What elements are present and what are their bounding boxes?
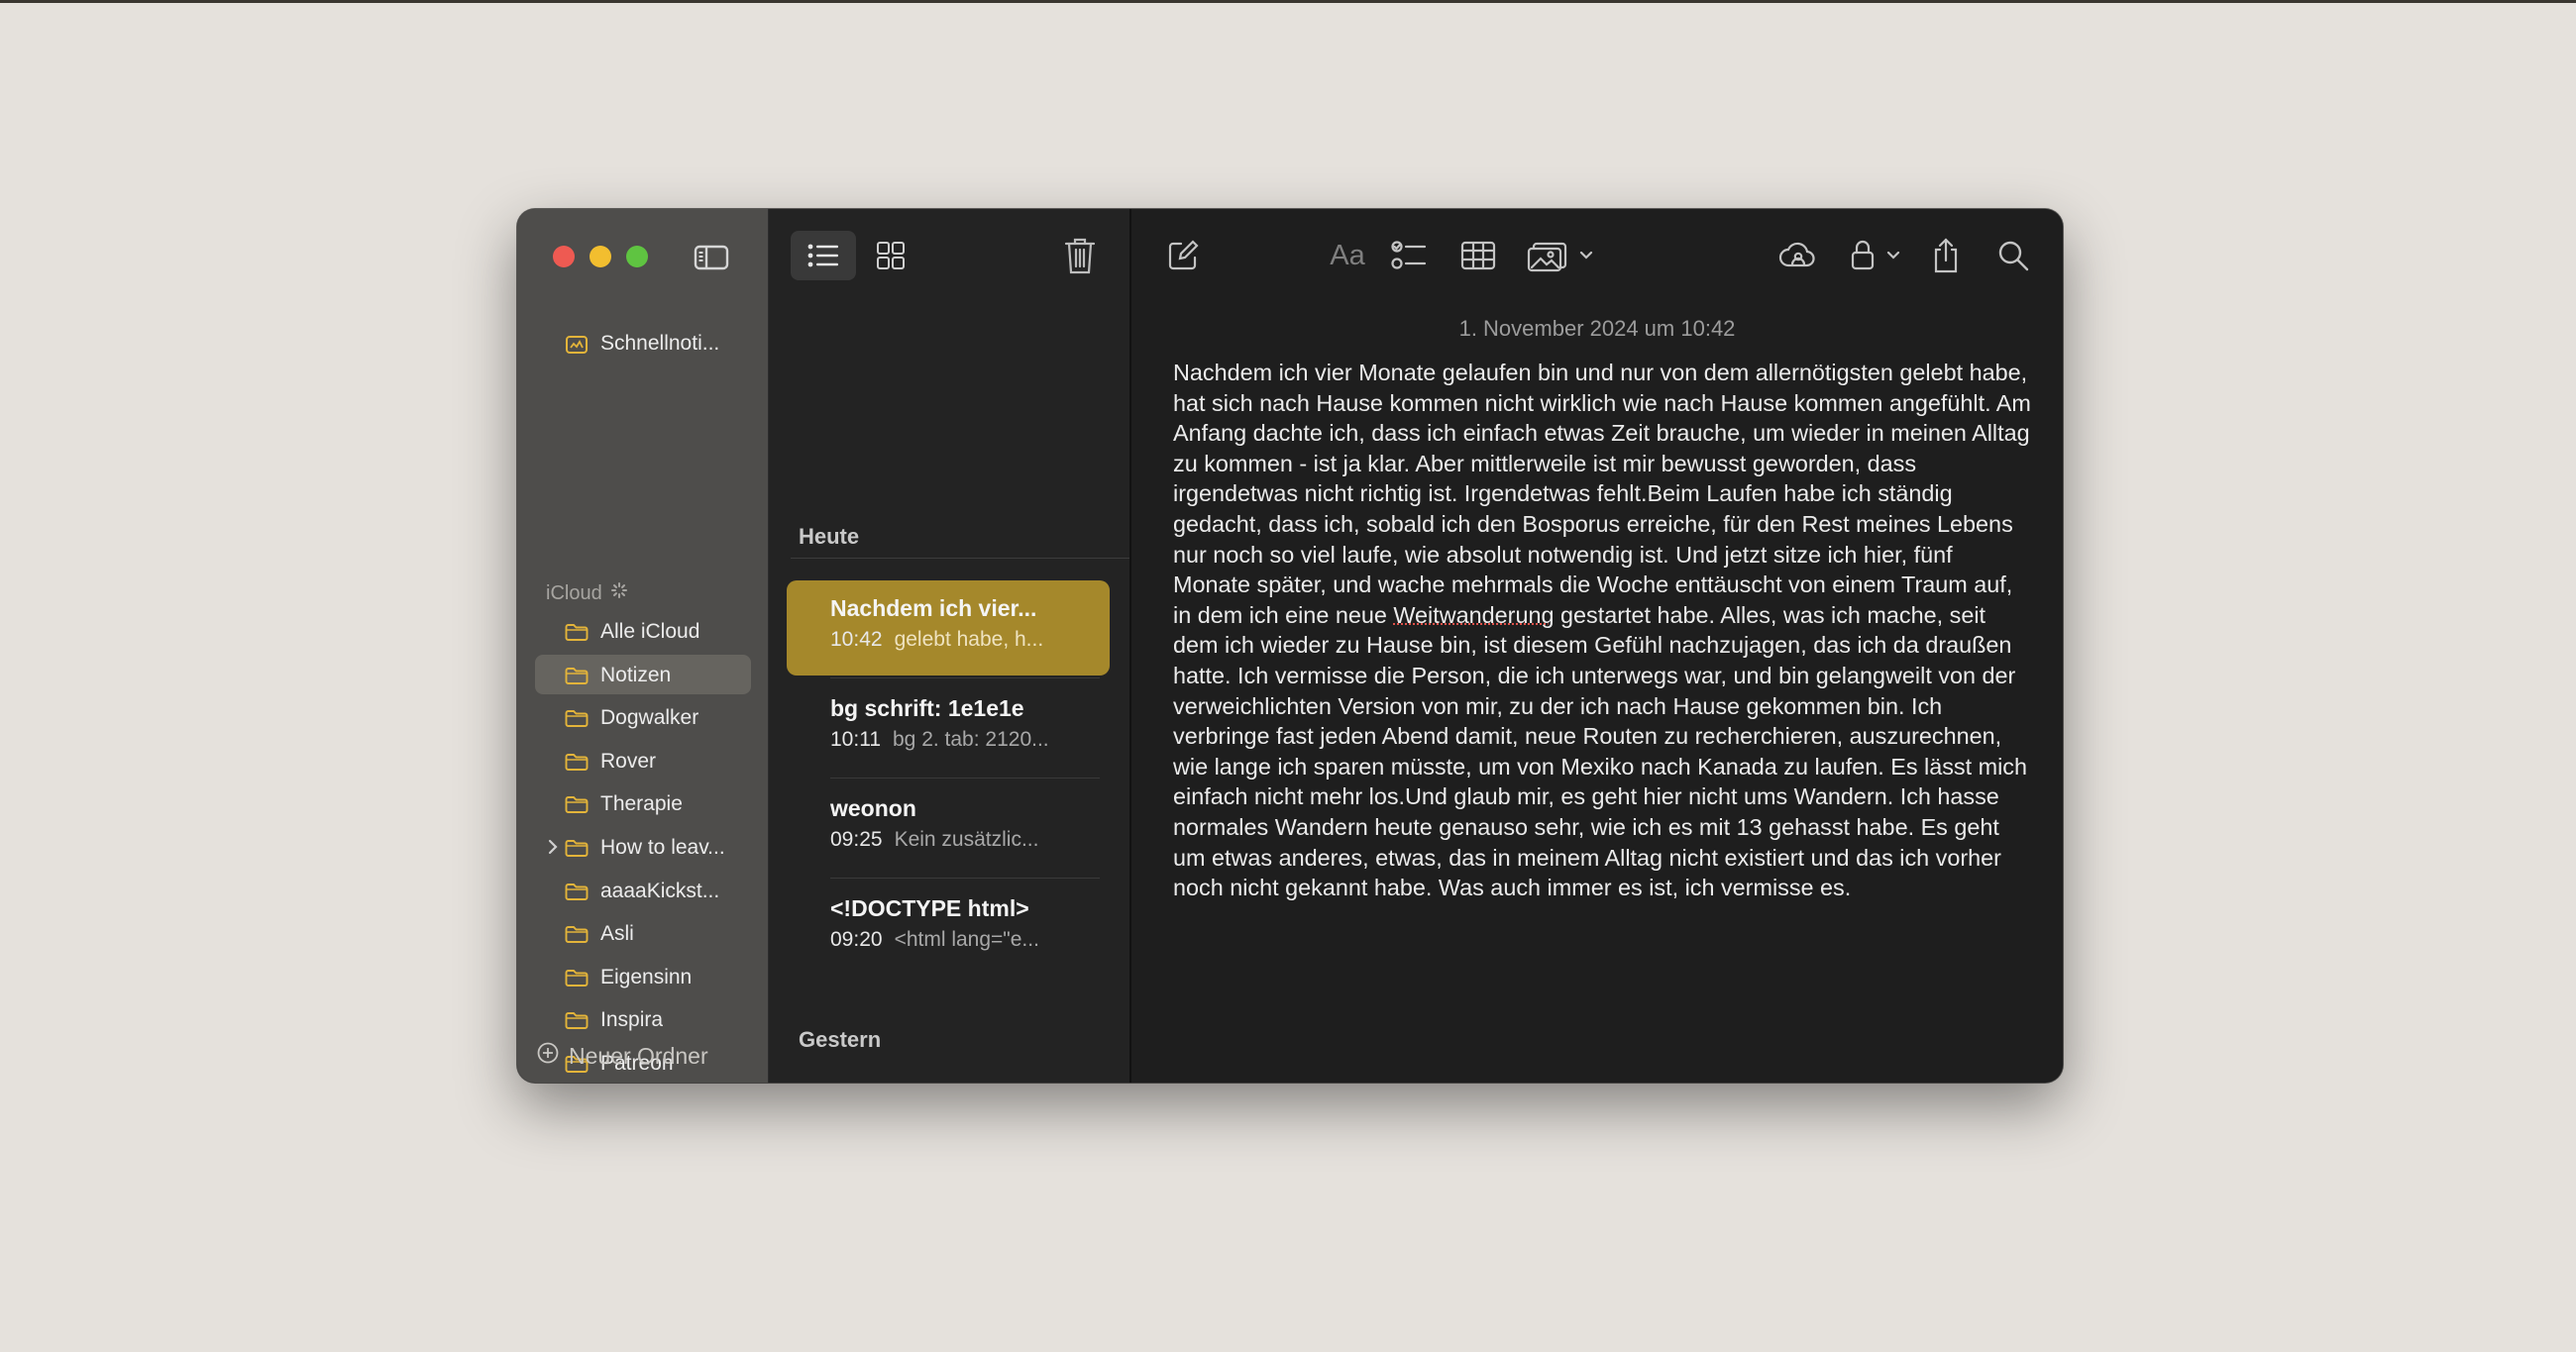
note-meta: 10:11 bg 2. tab: 2120... xyxy=(830,728,1098,752)
sidebar-folder-label: Asli xyxy=(600,922,634,946)
note-separator xyxy=(830,878,1100,879)
note-time: 09:20 xyxy=(830,928,883,951)
sidebar-item-label: Schnellnoti... xyxy=(600,332,720,355)
section-header-yesterday: Gestern xyxy=(799,1027,882,1052)
sync-spinner-icon xyxy=(610,581,628,605)
section-label: iCloud xyxy=(546,581,602,604)
checklist-icon[interactable] xyxy=(1387,231,1431,280)
sidebar-folder-label: Rover xyxy=(600,749,657,773)
note-list-item[interactable]: Nachdem ich vier... 10:42 gelebt habe, h..… xyxy=(787,580,1110,676)
folder-icon xyxy=(565,753,589,771)
note-date: 1. November 2024 um 10:42 xyxy=(1458,316,1736,341)
folder-icon xyxy=(565,925,589,944)
sidebar-item-quick-notes[interactable]: Schnellnoti... xyxy=(535,323,751,363)
sidebar-folder[interactable]: Notizen xyxy=(535,654,751,694)
sidebar-folder-label: Eigensinn xyxy=(600,965,693,988)
sidebar-folder[interactable]: Eigensinn xyxy=(535,957,751,996)
format-icon[interactable]: Aa xyxy=(1320,231,1375,280)
note-time: 09:25 xyxy=(830,828,883,851)
folder-icon xyxy=(565,709,589,728)
list-view-button[interactable] xyxy=(791,231,856,280)
note-meta: 09:20 <html lang="e... xyxy=(830,928,1098,952)
note-time: 10:11 xyxy=(830,728,881,751)
note-title: Nachdem ich vier... xyxy=(830,595,1037,621)
note-list-item[interactable]: <!DOCTYPE html> 09:20 <html lang="e... xyxy=(787,881,1110,976)
search-icon[interactable] xyxy=(1993,231,2033,280)
desktop-top-edge xyxy=(0,0,2576,3)
note-title: bg schrift: 1e1e1e xyxy=(830,695,1024,721)
note-title: <!DOCTYPE html> xyxy=(830,895,1029,921)
sidebar-folder-label: Therapie xyxy=(600,792,683,816)
quick-notes-icon xyxy=(565,335,589,354)
media-icon[interactable] xyxy=(1526,231,1601,280)
table-icon[interactable] xyxy=(1456,231,1500,280)
notes-window: Schnellnoti... iCloud Alle iCloud Notizen… xyxy=(517,209,2063,1083)
section-header-today: Heute xyxy=(799,524,860,549)
note-title: weonon xyxy=(830,795,916,821)
folder-icon xyxy=(565,969,589,987)
plus-circle-icon xyxy=(537,1042,559,1070)
sidebar: Schnellnoti... iCloud Alle iCloud Notizen… xyxy=(517,209,769,1083)
sidebar-folder[interactable]: Rover xyxy=(535,741,751,780)
note-title: dienstag oder don... xyxy=(830,1079,1098,1083)
note-body-text: gestartet habe. Alles, was ich mache, se… xyxy=(1173,601,2027,901)
sidebar-folder[interactable]: Inspira xyxy=(535,999,751,1039)
note-list-pane: Heute Nachdem ich vier... 10:42 gelebt hab… xyxy=(769,209,1131,1083)
misspelled-word[interactable]: Weitwanderung xyxy=(1393,602,1554,628)
note-body[interactable]: Nachdem ich vier Monate gelaufen bin und… xyxy=(1173,358,2035,903)
sidebar-folder[interactable]: aaaaKickst... xyxy=(535,871,751,910)
note-time: 10:42 xyxy=(830,628,883,651)
chevron-right-icon[interactable] xyxy=(547,839,559,855)
sidebar-folder-label: Dogwalker xyxy=(600,706,699,730)
folder-icon xyxy=(565,883,589,900)
sidebar-toggle-icon[interactable] xyxy=(694,244,729,271)
sidebar-folder-label: Alle iCloud xyxy=(600,620,700,643)
minimize-button[interactable] xyxy=(590,246,611,267)
note-body-text: Nachdem ich vier Monate gelaufen bin und… xyxy=(1173,360,2031,628)
folder-icon xyxy=(565,795,589,814)
note-list-item[interactable]: bg schrift: 1e1e1e 10:11 bg 2. tab: 2120..… xyxy=(787,680,1110,776)
trash-icon[interactable] xyxy=(1062,235,1098,276)
sidebar-folder-label: How to leav... xyxy=(600,836,725,859)
note-preview: <html lang="e... xyxy=(894,928,1039,951)
new-folder-button[interactable]: Neuer Ordner xyxy=(537,1042,708,1070)
sidebar-folder[interactable]: Dogwalker xyxy=(535,697,751,737)
sidebar-folder-label: aaaaKickst... xyxy=(600,879,720,902)
section-divider xyxy=(791,558,1129,559)
compose-icon[interactable] xyxy=(1161,231,1205,280)
sidebar-folder[interactable]: Asli xyxy=(535,913,751,953)
note-editor: Aa 1. November 2024 um 10:42 Nachdem ich… xyxy=(1131,209,2063,1083)
folder-icon xyxy=(565,839,589,857)
lock-icon[interactable] xyxy=(1847,231,1908,280)
note-preview: gelebt habe, h... xyxy=(894,628,1044,651)
share-icon[interactable] xyxy=(1926,231,1966,280)
folder-icon xyxy=(565,623,589,641)
gallery-view-button[interactable] xyxy=(858,231,923,280)
folder-icon xyxy=(565,667,589,684)
zoom-button[interactable] xyxy=(626,246,648,267)
note-separator xyxy=(830,778,1100,779)
note-separator xyxy=(830,677,1100,678)
note-list-item[interactable]: weonon 09:25 Kein zusätzlic... xyxy=(787,780,1110,876)
sidebar-folder-label: Inspira xyxy=(600,1008,664,1032)
folder-icon xyxy=(565,1011,589,1030)
note-preview: bg 2. tab: 2120... xyxy=(893,728,1049,751)
sidebar-folder[interactable]: Therapie xyxy=(535,783,751,823)
sidebar-folder[interactable]: Alle iCloud xyxy=(535,611,751,651)
note-meta: 09:25 Kein zusätzlic... xyxy=(830,828,1098,852)
new-folder-label: Neuer Ordner xyxy=(569,1042,708,1069)
note-list-item[interactable]: dienstag oder don...GesternKein zusätzl.… xyxy=(787,1064,1110,1083)
close-button[interactable] xyxy=(553,246,575,267)
collaborate-icon[interactable] xyxy=(1775,231,1821,280)
sidebar-folder[interactable]: How to leav... xyxy=(535,827,751,867)
sidebar-folder-label: Notizen xyxy=(600,663,672,686)
note-preview: Kein zusätzlic... xyxy=(894,828,1039,851)
icloud-section-header: iCloud xyxy=(546,581,628,605)
note-meta: 10:42 gelebt habe, h... xyxy=(830,628,1098,652)
